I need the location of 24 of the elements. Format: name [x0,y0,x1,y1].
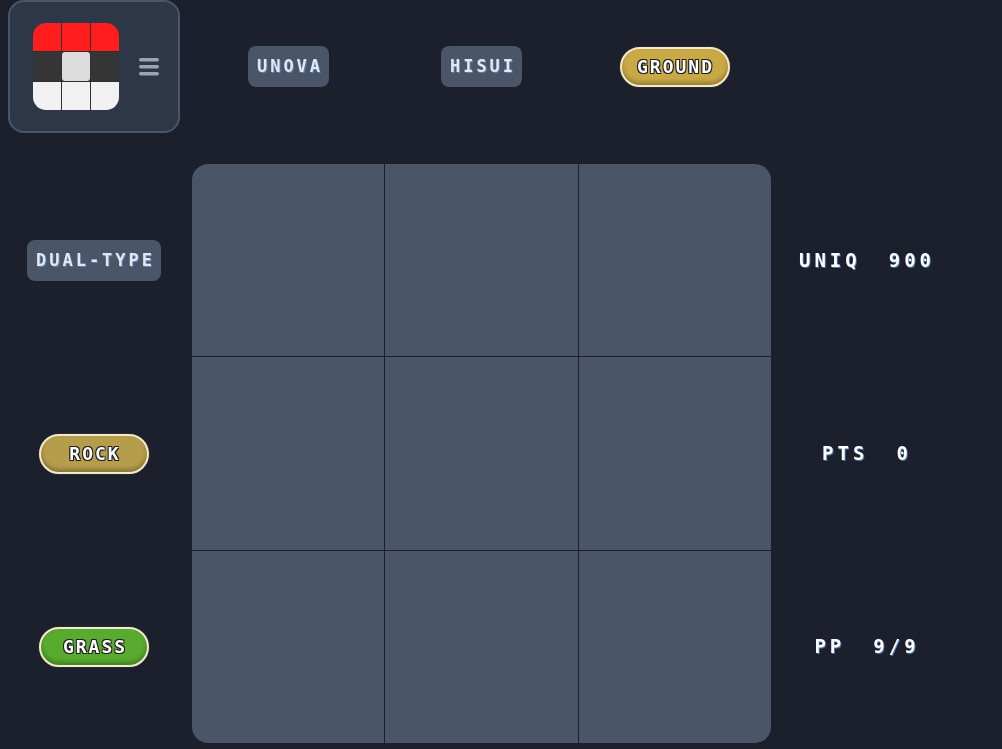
grid-cell[interactable] [578,550,771,743]
grid-cell[interactable] [192,550,385,743]
type-badge: ROCK [39,433,149,474]
grid-cell[interactable] [385,164,578,357]
category-tag: HISUI [440,46,523,87]
type-badge: GROUND [619,46,730,87]
type-badge: GRASS [39,626,149,667]
grid-cell[interactable] [385,550,578,743]
stat-label: PTS [822,441,869,467]
stat-value: 9/9 [873,634,920,660]
grid-cell[interactable] [385,357,578,550]
menu-icon[interactable] [139,57,159,76]
grid-cell[interactable] [578,357,771,550]
grid-cell[interactable] [192,164,385,357]
stat-value: 0 [896,441,912,467]
grid-cell[interactable] [192,357,385,550]
stat-label: UNIQ [798,248,861,274]
category-tag: UNOVA [247,46,330,87]
logo-icon [33,23,119,110]
category-tag: DUAL-TYPE [26,240,162,281]
grid-cell[interactable] [578,164,771,357]
stat-label: PP [814,634,846,660]
stat-value: 900 [888,248,936,274]
menu-button[interactable] [8,0,180,133]
